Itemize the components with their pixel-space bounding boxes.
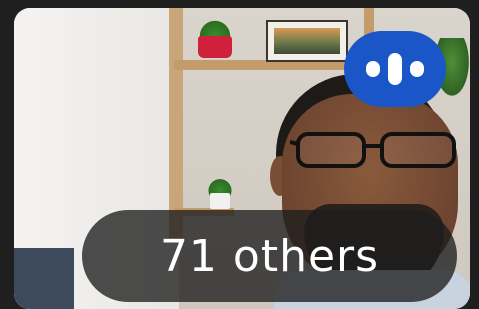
participants-count-label: 71 others [159, 230, 380, 282]
audio-bar [410, 61, 424, 77]
small-pot-image [210, 193, 230, 209]
framed-picture [266, 20, 348, 62]
picture-content [274, 28, 340, 54]
audio-level-icon [344, 31, 446, 107]
sofa-image [14, 248, 74, 309]
audio-bar [366, 61, 380, 77]
glasses-image [290, 130, 460, 170]
red-pot-image [198, 36, 232, 58]
shelf-frame [169, 8, 183, 238]
audio-bar [388, 53, 402, 85]
participants-count-pill[interactable]: 71 others [82, 210, 457, 302]
participant-tile[interactable]: 71 others [14, 8, 470, 309]
